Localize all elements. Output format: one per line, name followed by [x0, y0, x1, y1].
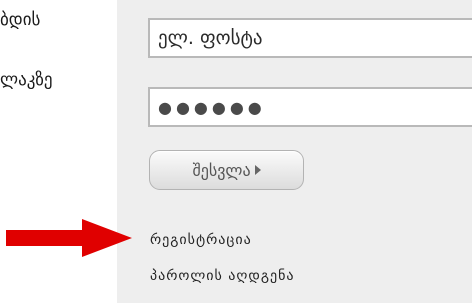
password-field-value: ●●●●●●: [158, 97, 266, 117]
triangle-right-icon: [254, 165, 261, 175]
recover-password-link[interactable]: პაროლის აღდგენა: [150, 268, 295, 284]
register-link[interactable]: რეგისტრაცია: [150, 232, 252, 248]
email-field[interactable]: ელ. ფოსტა: [148, 18, 472, 58]
red-arrow-icon: [6, 219, 132, 257]
email-field-value: ელ. ფოსტა: [158, 27, 263, 49]
partial-text-line-1: ბდის: [0, 10, 41, 30]
partial-text-line-2: ლაკზე: [0, 70, 53, 90]
password-field[interactable]: ●●●●●●: [148, 87, 472, 127]
login-button-label: შესვლა: [192, 160, 251, 180]
login-button[interactable]: შესვლა: [149, 150, 304, 190]
